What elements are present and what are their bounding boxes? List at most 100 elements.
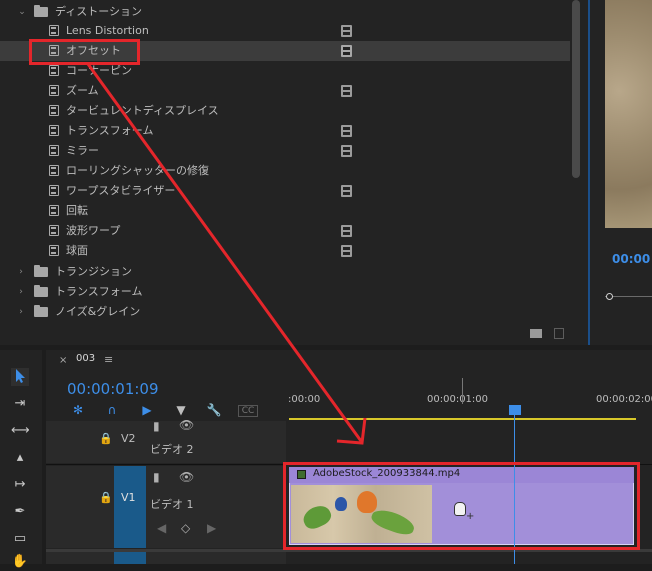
captions-icon[interactable]: CC — [238, 405, 258, 417]
track-header-next — [46, 552, 286, 564]
linked-selection-icon[interactable]: ▶ — [139, 402, 155, 418]
accelerated-effect-icon — [341, 125, 352, 137]
close-tab-icon[interactable]: × — [59, 355, 67, 366]
sequence-tab[interactable]: 003 — [76, 353, 95, 364]
source-patch-next[interactable] — [114, 552, 146, 564]
wrench-icon[interactable]: 🔧 — [206, 402, 222, 418]
effect-icon — [49, 225, 59, 236]
effect-item[interactable]: ズーム — [0, 81, 570, 101]
track-label-v2: ビデオ 2 — [150, 443, 194, 456]
monitor-timecode[interactable]: 00:00 — [612, 252, 650, 266]
effect-label: ズーム — [66, 84, 99, 97]
add-marker-icon[interactable]: ▼ — [173, 402, 189, 418]
source-patch-v1[interactable] — [114, 466, 146, 548]
snap-magnet-icon[interactable]: ∩ — [104, 402, 120, 418]
track-name-v1: V1 — [121, 491, 136, 504]
folder-distortion[interactable]: ⌄ ディストーション — [0, 2, 570, 22]
ruler-label: :00:00 — [288, 394, 321, 405]
effect-icon — [49, 85, 59, 96]
track-label-v1: ビデオ 1 — [150, 498, 194, 511]
prev-keyframe-icon[interactable]: ◀ — [157, 521, 166, 535]
folder-icon — [34, 5, 48, 17]
pen-tool-icon[interactable]: ✒ — [11, 503, 29, 521]
effect-item[interactable]: ミラー — [0, 141, 570, 161]
playhead-handle[interactable] — [509, 405, 521, 415]
accelerated-effect-icon — [341, 45, 352, 57]
track-lock-icon[interactable]: 🔒 — [99, 432, 113, 445]
effect-icon — [49, 25, 59, 36]
timeline-timecode[interactable]: 00:00:01:09 — [67, 380, 159, 398]
effect-item[interactable]: 球面 — [0, 241, 570, 261]
rectangle-tool-icon[interactable]: ▭ — [11, 530, 29, 548]
folder-transition[interactable]: › トランジション — [0, 262, 570, 282]
accelerated-effect-icon — [341, 25, 352, 37]
slip-tool-icon[interactable]: ↦ — [11, 476, 29, 494]
ripple-edit-tool-icon[interactable]: ⟷ — [11, 422, 30, 440]
annotation-box-clip — [283, 462, 640, 550]
accelerated-effect-icon — [341, 245, 352, 257]
folder-label: ディストーション — [55, 5, 143, 18]
hand-tool-icon[interactable]: ✋ — [11, 553, 29, 571]
annotation-box-offset — [29, 39, 140, 65]
selection-tool-icon[interactable] — [11, 368, 29, 386]
eye-icon[interactable]: 👁 — [179, 418, 194, 432]
program-video-frame — [605, 0, 652, 228]
effect-item[interactable]: トランスフォーム — [0, 121, 570, 141]
effect-icon — [49, 205, 59, 216]
ruler-label: 00:00:02:00 — [596, 394, 652, 405]
folder-label: トランジション — [55, 265, 132, 278]
effect-icon — [49, 105, 59, 116]
folder-label: ノイズ&グレイン — [55, 305, 141, 318]
next-keyframe-icon[interactable]: ▶ — [207, 521, 216, 535]
effect-icon — [49, 245, 59, 256]
effect-label: 球面 — [66, 244, 88, 257]
trash-icon[interactable] — [554, 328, 564, 339]
effect-label: ローリングシャッターの修復 — [66, 164, 209, 177]
effect-label: 回転 — [66, 204, 88, 217]
eye-icon[interactable]: 👁 — [179, 470, 194, 484]
effect-label: 波形ワープ — [66, 224, 121, 237]
effect-item[interactable]: Lens Distortion — [0, 21, 570, 41]
sync-lock-icon[interactable]: ▮ — [153, 419, 160, 433]
ruler-major-tick — [462, 378, 463, 404]
new-bin-icon[interactable] — [530, 329, 542, 338]
add-keyframe-icon[interactable]: ◇ — [181, 521, 190, 535]
effect-label: タービュレントディスプレイス — [66, 104, 219, 117]
folder-icon — [34, 265, 48, 277]
tools-panel: ⇥ ⟷ ▴ ↦ ✒ ▭ ✋ — [0, 350, 42, 569]
effect-icon — [49, 65, 59, 76]
accelerated-effect-icon — [341, 225, 352, 237]
track-name-v2: V2 — [121, 432, 136, 445]
effect-item[interactable]: 回転 — [0, 201, 570, 221]
track-select-tool-icon[interactable]: ⇥ — [11, 395, 29, 413]
accelerated-effect-icon — [341, 85, 352, 97]
chevron-right-icon[interactable]: › — [16, 262, 26, 282]
effect-icon — [49, 185, 59, 196]
sync-lock-icon[interactable]: ▮ — [153, 470, 160, 484]
effect-item[interactable]: 波形ワープ — [0, 221, 570, 241]
effect-label: ミラー — [66, 144, 99, 157]
folder-icon — [34, 285, 48, 297]
nest-sequence-icon[interactable]: ✻ — [70, 402, 86, 418]
chevron-right-icon[interactable]: › — [16, 282, 26, 302]
accelerated-effect-icon — [341, 185, 352, 197]
effect-label: Lens Distortion — [66, 24, 149, 37]
effect-icon — [49, 125, 59, 136]
razor-tool-icon[interactable]: ▴ — [11, 449, 29, 467]
track-lock-icon[interactable]: 🔒 — [99, 491, 113, 504]
effect-icon — [49, 165, 59, 176]
chevron-right-icon[interactable]: › — [16, 302, 26, 322]
folder-transform[interactable]: › トランスフォーム — [0, 282, 570, 302]
panel-menu-icon[interactable]: ≡ — [104, 353, 113, 366]
monitor-playhead-handle[interactable] — [606, 293, 613, 300]
effect-item[interactable]: タービュレントディスプレイス — [0, 101, 570, 121]
effects-scrollbar[interactable] — [572, 0, 580, 178]
folder-icon — [34, 305, 48, 317]
folder-noise-grain[interactable]: › ノイズ&グレイン — [0, 302, 570, 322]
chevron-down-icon[interactable]: ⌄ — [17, 2, 27, 22]
effect-label: ワープスタビライザー — [66, 184, 176, 197]
effect-item[interactable]: ローリングシャッターの修復 — [0, 161, 570, 181]
effect-item[interactable]: ワープスタビライザー — [0, 181, 570, 201]
work-area-bar[interactable] — [289, 418, 636, 420]
ruler-label: 00:00:01:00 — [427, 394, 489, 405]
